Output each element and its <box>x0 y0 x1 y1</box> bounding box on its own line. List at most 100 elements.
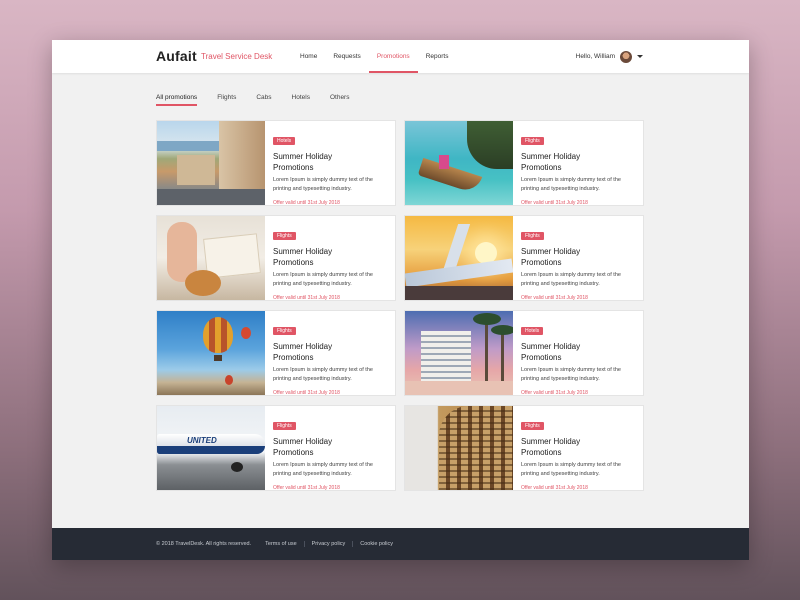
card-description: Lorem Ipsum is simply dummy text of the … <box>273 272 373 287</box>
nav-item-promotions[interactable]: Promotions <box>368 40 418 73</box>
card-body: Flights Summer Holiday Promotions Lorem … <box>265 311 395 396</box>
promotion-image[interactable] <box>157 121 265 205</box>
terms-link[interactable]: Terms of use <box>265 541 303 547</box>
promotion-image[interactable]: UNITED <box>157 406 265 490</box>
image-detail <box>473 313 501 383</box>
image-detail <box>443 224 471 268</box>
card-title[interactable]: Summer Holiday Promotions <box>273 246 353 268</box>
category-badge: Flights <box>521 232 544 240</box>
card-body: Hotels Summer Holiday Promotions Lorem I… <box>265 121 395 206</box>
top-navigation-bar: Aufait Travel Service Desk Home Requests… <box>52 40 749 73</box>
image-detail <box>225 375 233 385</box>
category-badge: Flights <box>521 137 544 145</box>
card-description: Lorem Ipsum is simply dummy text of the … <box>521 177 621 192</box>
card-description: Lorem Ipsum is simply dummy text of the … <box>273 367 373 382</box>
promotion-image[interactable] <box>405 406 513 490</box>
offer-validity: Offer valid until 31st July 2018 <box>521 295 588 301</box>
image-detail <box>439 406 513 490</box>
category-badge: Hotels <box>273 137 296 145</box>
card-title[interactable]: Summer Holiday Promotions <box>273 151 353 173</box>
offer-validity: Offer valid until 31st July 2018 <box>273 200 340 206</box>
image-detail <box>421 331 471 381</box>
tab-others[interactable]: Others <box>330 94 350 106</box>
cookie-link[interactable]: Cookie policy <box>352 541 400 547</box>
card-body: Flights Summer Holiday Promotions Lorem … <box>513 121 643 206</box>
card-description: Lorem Ipsum is simply dummy text of the … <box>273 177 373 192</box>
image-detail <box>157 446 265 454</box>
offer-validity: Offer valid until 31st July 2018 <box>273 485 340 491</box>
promotion-card[interactable]: Hotels Summer Holiday Promotions Lorem I… <box>404 310 644 396</box>
card-description: Lorem Ipsum is simply dummy text of the … <box>273 462 373 477</box>
card-body: Flights Summer Holiday Promotions Lorem … <box>513 216 643 301</box>
promotion-card[interactable]: Flights Summer Holiday Promotions Lorem … <box>404 405 644 491</box>
image-detail <box>177 155 215 185</box>
main-nav: Home Requests Promotions Reports <box>292 40 456 73</box>
card-title[interactable]: Summer Holiday Promotions <box>273 341 353 363</box>
card-description: Lorem Ipsum is simply dummy text of the … <box>521 462 621 477</box>
promotion-image[interactable] <box>405 311 513 395</box>
tab-flights[interactable]: Flights <box>217 94 236 106</box>
promotion-image[interactable] <box>405 121 513 205</box>
card-body: Hotels Summer Holiday Promotions Lorem I… <box>513 311 643 396</box>
card-body: Flights Summer Holiday Promotions Lorem … <box>265 406 395 491</box>
offer-validity: Offer valid until 31st July 2018 <box>273 390 340 396</box>
promotion-image[interactable] <box>405 216 513 300</box>
image-detail <box>417 157 483 195</box>
promotion-filter-tabs: All promotions Flights Cabs Hotels Other… <box>156 94 349 106</box>
image-detail <box>405 286 513 300</box>
chevron-down-icon[interactable] <box>637 55 643 58</box>
user-greeting: Hello, William <box>575 53 615 60</box>
promotion-card[interactable]: Flights Summer Holiday Promotions Lorem … <box>404 120 644 206</box>
card-title[interactable]: Summer Holiday Promotions <box>521 151 601 173</box>
image-detail <box>157 189 265 205</box>
image-detail <box>405 258 513 288</box>
image-detail <box>231 462 243 472</box>
promotion-image[interactable] <box>157 216 265 300</box>
promotion-card[interactable]: UNITED Flights Summer Holiday Promotions… <box>156 405 396 491</box>
category-badge: Flights <box>273 327 296 335</box>
promotion-card[interactable]: Flights Summer Holiday Promotions Lorem … <box>156 310 396 396</box>
footer: © 2018 TravelDesk. All rights reserved. … <box>52 528 749 560</box>
promotion-image[interactable] <box>157 311 265 395</box>
nav-item-home[interactable]: Home <box>292 40 325 73</box>
avatar <box>620 50 632 63</box>
footer-content: © 2018 TravelDesk. All rights reserved. … <box>156 528 400 560</box>
card-body: Flights Summer Holiday Promotions Lorem … <box>265 216 395 301</box>
promotion-grid: Hotels Summer Holiday Promotions Lorem I… <box>156 120 644 491</box>
image-detail <box>491 325 513 383</box>
card-title[interactable]: Summer Holiday Promotions <box>521 246 601 268</box>
tab-cabs[interactable]: Cabs <box>256 94 271 106</box>
image-detail <box>405 381 513 395</box>
promotion-card[interactable]: Flights Summer Holiday Promotions Lorem … <box>156 215 396 301</box>
nav-item-reports[interactable]: Reports <box>418 40 457 73</box>
promotion-card[interactable]: Flights Summer Holiday Promotions Lorem … <box>404 215 644 301</box>
category-badge: Hotels <box>521 327 544 335</box>
image-detail <box>439 155 449 169</box>
card-title[interactable]: Summer Holiday Promotions <box>273 436 353 458</box>
tab-hotels[interactable]: Hotels <box>292 94 310 106</box>
image-detail <box>467 121 513 169</box>
offer-validity: Offer valid until 31st July 2018 <box>273 295 340 301</box>
category-badge: Flights <box>273 422 296 430</box>
promotion-card[interactable]: Hotels Summer Holiday Promotions Lorem I… <box>156 120 396 206</box>
card-title[interactable]: Summer Holiday Promotions <box>521 341 601 363</box>
offer-validity: Offer valid until 31st July 2018 <box>521 200 588 206</box>
copyright-text: © 2018 TravelDesk. All rights reserved. <box>156 541 252 547</box>
image-detail <box>214 355 222 361</box>
offer-validity: Offer valid until 31st July 2018 <box>521 485 588 491</box>
image-detail <box>219 121 265 191</box>
brand-logo[interactable]: Aufait <box>156 48 197 64</box>
image-detail <box>203 317 233 353</box>
tab-all-promotions[interactable]: All promotions <box>156 94 198 106</box>
app-window: Aufait Travel Service Desk Home Requests… <box>52 40 749 560</box>
image-detail <box>241 327 251 339</box>
category-badge: Flights <box>521 422 544 430</box>
category-badge: Flights <box>273 232 296 240</box>
user-menu[interactable]: Hello, William <box>576 40 643 73</box>
brand-subtitle: Travel Service Desk <box>201 52 273 61</box>
nav-item-requests[interactable]: Requests <box>325 40 368 73</box>
card-description: Lorem Ipsum is simply dummy text of the … <box>521 272 621 287</box>
privacy-link[interactable]: Privacy policy <box>303 541 353 547</box>
airline-logo: UNITED <box>187 436 217 445</box>
card-title[interactable]: Summer Holiday Promotions <box>521 436 601 458</box>
